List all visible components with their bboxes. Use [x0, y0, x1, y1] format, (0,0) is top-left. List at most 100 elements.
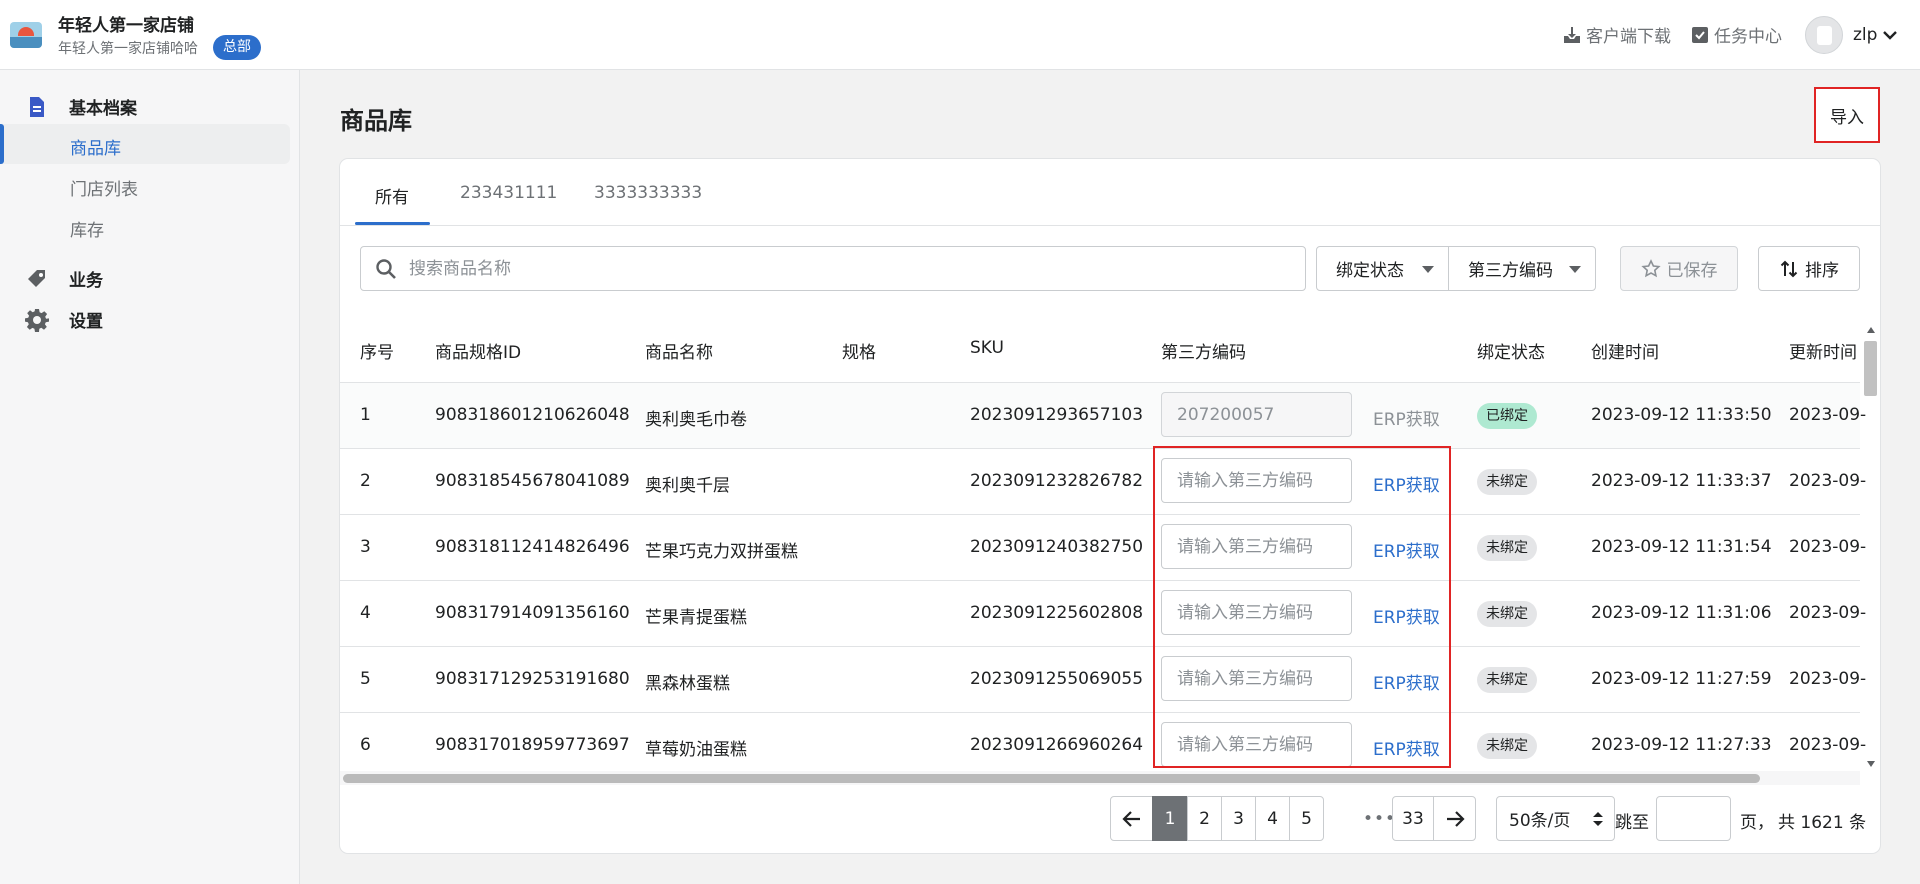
erp-fetch-link[interactable]: ERP获取	[1373, 603, 1440, 628]
third-code-input[interactable]	[1161, 524, 1352, 569]
cell-spec-id: 908318545678041089	[435, 471, 630, 491]
table-row: 2 908318545678041089 奥利奥千层 2023091232826…	[340, 448, 1866, 514]
task-center-link[interactable]: 任务中心	[1690, 22, 1782, 47]
page-button-3[interactable]: 3	[1221, 796, 1256, 841]
cell-sku: 2023091293657103	[970, 405, 1144, 425]
cell-spec-id: 908318601210626048	[435, 405, 630, 425]
arrow-left-icon	[1121, 810, 1140, 827]
page-size-value: 50条/页	[1509, 811, 1571, 831]
avatar[interactable]	[1805, 16, 1843, 54]
top-bar: 年轻人第一家店铺 年轻人第一家店铺哈哈 总部 客户端下载 任务中心 zlp	[0, 0, 1920, 70]
search-icon	[376, 259, 396, 279]
erp-fetch-link[interactable]: ERP获取	[1373, 537, 1440, 562]
column-header-spec: 规格	[842, 343, 876, 363]
tab-all[interactable]: 所有	[375, 183, 409, 208]
cell-updated: 2023-09-	[1789, 735, 1867, 755]
scrollbar-thumb[interactable]	[343, 774, 1760, 783]
page-size-select[interactable]: 50条/页	[1496, 796, 1615, 841]
search-box[interactable]	[360, 246, 1306, 291]
cell-created: 2023-09-12 11:33:50	[1591, 405, 1772, 425]
jump-page-input[interactable]	[1656, 796, 1731, 841]
prev-page-button[interactable]	[1110, 796, 1153, 841]
arrow-right-icon	[1446, 810, 1465, 827]
sidebar-item-store-list[interactable]: 门店列表	[70, 175, 138, 200]
erp-fetch-link[interactable]: ERP获取	[1373, 735, 1440, 760]
cell-updated: 2023-09-	[1789, 603, 1867, 623]
tab-3333333333[interactable]: 3333333333	[594, 183, 702, 203]
import-button[interactable]: 导入	[1814, 87, 1880, 143]
saved-button-label: 已保存	[1666, 261, 1718, 281]
cell-no: 5	[360, 669, 371, 689]
erp-fetch-link[interactable]: ERP获取	[1373, 471, 1440, 496]
third-code-input[interactable]	[1161, 590, 1352, 635]
column-header-created: 创建时间	[1591, 343, 1659, 363]
saved-button[interactable]: 已保存	[1620, 246, 1738, 291]
third-code-filter[interactable]: 第三方编码	[1448, 246, 1596, 291]
tab-active-underline	[355, 222, 430, 225]
sidebar-item-product-library[interactable]: 商品库	[70, 134, 121, 159]
bind-status-filter-label: 绑定状态	[1336, 261, 1404, 281]
select-arrows-icon	[1593, 812, 1603, 826]
chevron-down-icon[interactable]	[1882, 27, 1898, 43]
horizontal-scrollbar[interactable]	[340, 771, 1860, 785]
client-download-label: 客户端下载	[1586, 27, 1671, 47]
erp-fetch-link[interactable]: ERP获取	[1373, 669, 1440, 694]
status-badge: 未绑定	[1477, 601, 1537, 627]
page-button-5[interactable]: 5	[1289, 796, 1324, 841]
cell-updated: 2023-09-	[1789, 537, 1867, 557]
gear-icon	[25, 308, 49, 332]
next-page-button[interactable]	[1433, 796, 1476, 841]
column-header-spec-id: 商品规格ID	[435, 343, 522, 363]
cell-sku: 2023091266960264	[970, 735, 1144, 755]
total-count: 共 1621 条	[1778, 813, 1867, 833]
cell-spec-id: 908318112414826496	[435, 537, 630, 557]
table-row: 3 908318112414826496 芒果巧克力双拼蛋糕 202309124…	[340, 514, 1866, 580]
cell-name: 芒果巧克力双拼蛋糕	[645, 542, 798, 562]
sidebar-group-label: 设置	[69, 312, 103, 332]
status-badge: 未绑定	[1477, 535, 1537, 561]
sort-icon	[1780, 260, 1798, 277]
document-icon	[30, 96, 44, 117]
status-badge: 未绑定	[1477, 667, 1537, 693]
bind-status-filter[interactable]: 绑定状态	[1316, 246, 1449, 291]
cell-sku: 2023091255069055	[970, 669, 1144, 689]
cell-name: 芒果青提蛋糕	[645, 608, 747, 628]
sidebar-group-basic-files[interactable]: 基本档案	[25, 94, 137, 119]
vertical-scrollbar[interactable]	[1861, 321, 1880, 771]
sidebar-group-label: 基本档案	[69, 99, 137, 119]
third-code-input[interactable]	[1161, 722, 1352, 767]
column-header-updated: 更新时间	[1789, 343, 1857, 363]
client-download-link[interactable]: 客户端下载	[1562, 22, 1671, 47]
user-name[interactable]: zlp	[1853, 25, 1877, 45]
page-button-4[interactable]: 4	[1255, 796, 1290, 841]
status-badge: 已绑定	[1477, 403, 1537, 429]
sidebar-group-settings[interactable]: 设置	[25, 307, 103, 332]
scroll-down-icon[interactable]	[1867, 761, 1875, 767]
table-row: 1 908318601210626048 奥利奥毛巾卷 202309129365…	[340, 382, 1866, 448]
pagination-tail: 33	[1392, 796, 1476, 841]
third-code-input[interactable]	[1161, 458, 1352, 503]
tag-icon	[28, 269, 45, 287]
erp-fetch-link: ERP获取	[1373, 410, 1440, 430]
third-code-input[interactable]	[1161, 656, 1352, 701]
scrollbar-thumb[interactable]	[1864, 341, 1877, 396]
sidebar-group-label: 业务	[69, 271, 103, 291]
scroll-up-icon[interactable]	[1867, 327, 1875, 333]
cell-no: 3	[360, 537, 371, 557]
sidebar-item-inventory[interactable]: 库存	[70, 216, 104, 241]
shop-logo	[10, 22, 42, 48]
nav-active-indicator	[0, 124, 4, 164]
page-button-last[interactable]: 33	[1392, 796, 1434, 841]
cell-spec-id: 908317914091356160	[435, 603, 630, 623]
page-suffix-label: 页，	[1740, 813, 1774, 833]
caret-down-icon	[1569, 266, 1581, 273]
sidebar-group-business[interactable]: 业务	[25, 266, 103, 291]
shop-subtitle: 年轻人第一家店铺哈哈	[58, 41, 198, 57]
cell-sku: 2023091232826782	[970, 471, 1144, 491]
sort-button[interactable]: 排序	[1758, 246, 1860, 291]
search-input[interactable]	[409, 255, 1289, 283]
page-button-1[interactable]: 1	[1152, 796, 1188, 841]
page-button-2[interactable]: 2	[1187, 796, 1222, 841]
tab-233431111[interactable]: 233431111	[460, 183, 557, 203]
column-header-name: 商品名称	[645, 343, 713, 363]
